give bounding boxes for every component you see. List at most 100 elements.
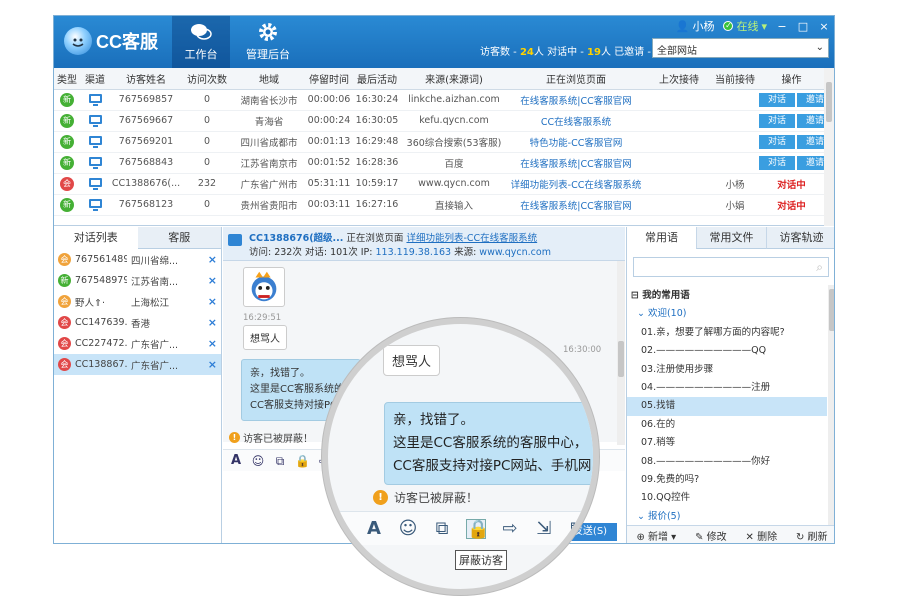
scrollbar-thumb[interactable] <box>829 289 834 331</box>
phrase-item[interactable]: 02.——————————QQ <box>627 342 827 360</box>
conversation-item[interactable]: 会 767561489 四川省绵... × <box>54 249 221 270</box>
column-header[interactable]: 访客姓名 <box>110 68 182 90</box>
current-page[interactable]: 特色功能-CC客服官网 <box>506 131 646 153</box>
tab-visitor-track[interactable]: 访客轨迹 <box>766 227 834 249</box>
tab-agents[interactable]: 客服 <box>137 227 221 249</box>
phrase-group[interactable]: ⊟ 我的常用语 <box>627 287 827 305</box>
column-header[interactable]: 类型 <box>54 68 80 90</box>
close-icon[interactable]: × <box>208 253 217 266</box>
screenshot-icon[interactable]: ⧉ <box>432 518 452 539</box>
phrase-item[interactable]: 07.稍等 <box>627 434 827 452</box>
conversation-item[interactable]: 会 CC227472... 广东省广... × <box>54 333 221 354</box>
export-icon[interactable]: ⇲ <box>534 518 554 539</box>
column-header[interactable]: 地域 <box>232 68 306 90</box>
column-header[interactable]: 操作 <box>758 68 825 90</box>
browsing-page-link[interactable]: 详细功能列表-CC在线客服系统 <box>406 233 537 244</box>
add-button[interactable]: ⊕ 新增 ▾ <box>636 528 676 543</box>
tab-conversations[interactable]: 对话列表 <box>54 227 138 249</box>
lock-icon[interactable]: 🔒 <box>295 454 310 468</box>
column-header[interactable]: 来源(来源词) <box>402 68 506 90</box>
phrase-item[interactable]: 08.——————————你好 <box>627 453 827 471</box>
close-icon[interactable]: × <box>208 295 217 308</box>
close-icon[interactable]: × <box>208 274 217 287</box>
scrollbar-thumb[interactable] <box>826 82 832 122</box>
lock-icon[interactable]: 🔒 <box>466 518 489 539</box>
close-icon[interactable]: × <box>208 337 217 350</box>
conversation-item[interactable]: 会 CC138867... 广东省广... × <box>54 354 221 375</box>
refresh-button[interactable]: ↻ 刷新 <box>796 528 828 543</box>
chat-button[interactable]: 对话 <box>759 134 795 149</box>
chat-button[interactable]: 对话 <box>759 113 795 128</box>
emoji-icon[interactable]: ☺ <box>251 454 265 468</box>
phrase-subgroup[interactable]: ⌄ 欢迎(10) <box>627 305 827 323</box>
search-icon[interactable]: ⌕ <box>816 260 823 275</box>
column-header[interactable]: 访问次数 <box>182 68 232 90</box>
column-header[interactable]: 上次接待 <box>646 68 712 90</box>
table-row[interactable]: 会 CC1388676(... 232 广东省广州市 05:31:11 10:59:17 w… <box>54 173 825 195</box>
invite-button[interactable]: 邀请 <box>797 92 825 107</box>
phrase-item[interactable]: 06.在的 <box>627 416 827 434</box>
table-row[interactable]: 新 767569667 0 青海省 00:00:24 16:30:05 kefu.qycn.… <box>54 110 825 132</box>
phrase-item[interactable]: 09.免费的吗? <box>627 471 827 489</box>
phrase-search-input[interactable]: ⌕ <box>633 257 829 277</box>
invite-button[interactable]: 邀请 <box>797 113 825 128</box>
current-page[interactable]: 在线客服系统|CC客服官网 <box>506 152 646 174</box>
chat-scrollbar[interactable] <box>617 261 625 445</box>
table-row[interactable]: 新 767569857 0 湖南省长沙市 00:00:06 16:30:24 linkche… <box>54 89 825 111</box>
site-select[interactable]: 全部网站 ⌄ <box>652 38 829 58</box>
column-header[interactable]: 停留时间 <box>306 68 352 90</box>
delete-button[interactable]: ✕ 删除 <box>746 528 778 543</box>
nav-admin[interactable]: 管理后台 <box>236 16 300 68</box>
tab-phrases[interactable]: 常用语 <box>627 227 696 249</box>
column-header[interactable]: 当前接待 <box>712 68 758 90</box>
scrollbar-thumb[interactable] <box>618 341 624 377</box>
phrase-item[interactable]: 04.——————————注册 <box>627 379 827 397</box>
invite-button[interactable]: 邀请 <box>797 134 825 149</box>
monitor-icon <box>88 156 102 169</box>
close-icon[interactable]: × <box>208 316 217 329</box>
table-icon[interactable]: ▦ <box>568 518 588 539</box>
phrase-item[interactable]: 01.亲，想要了解哪方面的内容呢? <box>627 324 827 342</box>
close-button[interactable]: × <box>818 20 830 33</box>
conversation-id: 767561489 <box>75 254 127 265</box>
online-status[interactable]: ✓ 在线 ▾ <box>723 18 767 34</box>
current-page[interactable]: 在线客服系统|CC客服官网 <box>506 89 646 111</box>
emoji-icon[interactable]: ☺ <box>398 518 418 539</box>
tab-files[interactable]: 常用文件 <box>696 227 766 249</box>
current-page[interactable]: CC在线客服系统 <box>506 110 646 132</box>
phrase-scrollbar[interactable] <box>828 285 834 525</box>
invite-button[interactable]: 邀请 <box>797 155 825 170</box>
table-scrollbar[interactable] <box>824 68 834 226</box>
stay-time: 00:00:24 <box>306 110 352 132</box>
maximize-button[interactable]: □ <box>797 20 809 33</box>
visit-count: 0 <box>182 110 232 132</box>
table-row[interactable]: 新 767569201 0 四川省成都市 00:01:13 16:29:48 360综合搜索… <box>54 131 825 153</box>
phrase-item[interactable]: 10.QQ控件 <box>627 489 827 507</box>
font-icon[interactable]: A <box>229 453 243 468</box>
table-row[interactable]: 新 767568123 0 贵州省贵阳市 00:03:11 16:27:16 直接输入 在线客… <box>54 194 825 216</box>
close-icon[interactable]: × <box>208 358 217 371</box>
screenshot-icon[interactable]: ⧉ <box>273 454 287 468</box>
phrase-item[interactable]: 03.注册使用步骤 <box>627 361 827 379</box>
edit-button[interactable]: ✎ 修改 <box>695 528 727 543</box>
conversation-item[interactable]: 会 CC147639... 香港 × <box>54 312 221 333</box>
nav-workbench[interactable]: 工作台 <box>172 16 230 68</box>
phrase-subgroup[interactable]: ⌄ 报价(5) <box>627 508 827 526</box>
conversation-item[interactable]: 会野人⇑· 上海松江 × <box>54 291 221 312</box>
minimize-button[interactable]: − <box>776 20 788 33</box>
font-icon[interactable]: A <box>364 518 384 539</box>
chat-button[interactable]: 对话 <box>759 155 795 170</box>
current-user[interactable]: 👤 小杨 <box>676 18 715 34</box>
column-header[interactable]: 最后活动 <box>352 68 402 90</box>
column-header[interactable]: 渠道 <box>80 68 110 90</box>
current-page[interactable]: 详细功能列表-CC在线客服系统 <box>506 173 646 195</box>
conversation-location: 上海松江 <box>131 297 170 309</box>
column-header[interactable]: 正在浏览页面 <box>506 68 646 90</box>
phrase-item[interactable]: 05.找错 <box>627 397 827 416</box>
table-row[interactable]: 新 767568843 0 江苏省南京市 00:01:52 16:28:36 百度 在线客服系… <box>54 152 825 174</box>
transfer-icon[interactable]: ⇨ <box>500 518 520 539</box>
chevron-down-icon: ▾ <box>761 19 767 33</box>
conversation-item[interactable]: 新 767548979 江苏省南... × <box>54 270 221 291</box>
current-page[interactable]: 在线客服系统|CC客服官网 <box>506 194 646 216</box>
chat-button[interactable]: 对话 <box>759 92 795 107</box>
